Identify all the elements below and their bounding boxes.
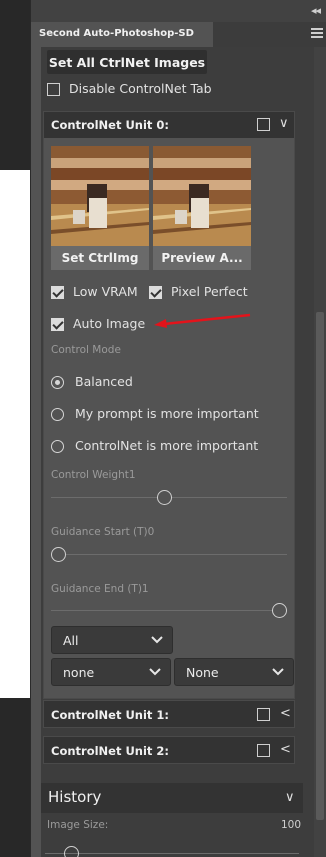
controlnet-unit-1[interactable]: ControlNet Unit 1: < — [43, 700, 295, 728]
unit-2-title: ControlNet Unit 2: — [51, 744, 170, 758]
preprocessor-dropdown[interactable]: none — [51, 658, 171, 686]
chevron-down-icon[interactable]: ∨ — [285, 790, 295, 805]
set-ctrl-img-button[interactable]: Set CtrlImg — [51, 246, 149, 270]
pixel-perfect-checkbox[interactable] — [149, 286, 162, 299]
plugin-panel: ◂◂ Second Auto-Photoshop-SD Set All Ctrl… — [30, 0, 326, 857]
history-title: History — [48, 788, 102, 806]
mode-controlnet-label: ControlNet is more important — [75, 438, 259, 453]
guidance-start-label: Guidance Start (T)0 — [51, 526, 155, 538]
unit-0-title: ControlNet Unit 0: — [51, 118, 170, 132]
image-size-track[interactable] — [45, 853, 299, 854]
scrollbar-thumb[interactable] — [316, 312, 324, 820]
document-canvas[interactable] — [0, 170, 30, 698]
unit-0-header[interactable]: ControlNet Unit 0: ∨ — [44, 112, 294, 138]
mode-balanced-label: Balanced — [75, 374, 133, 389]
image-size-thumb[interactable] — [64, 846, 79, 857]
panel-tab-title: Second Auto-Photoshop-SD — [39, 28, 194, 39]
dock-strip: ◂◂ — [31, 0, 326, 22]
chevron-down-icon — [149, 668, 161, 676]
chevron-left-icon[interactable]: < — [280, 742, 291, 757]
canvas-background — [0, 0, 30, 857]
set-all-ctrlnet-images-button[interactable]: Set All CtrlNet Images — [47, 50, 207, 74]
guidance-end-track[interactable] — [51, 610, 287, 611]
preview-annotator-thumb: Preview A... — [153, 146, 251, 270]
red-arrow-annotation — [154, 313, 251, 328]
controlnet-unit-0: ControlNet Unit 0: ∨ Set CtrlImg Preview… — [43, 111, 295, 699]
collapse-panel-icon[interactable]: ◂◂ — [311, 4, 321, 17]
chevron-down-icon[interactable]: ∨ — [279, 116, 289, 131]
image-size-label: Image Size: — [47, 819, 109, 831]
auto-image-label: Auto Image — [73, 316, 146, 331]
unit-0-enable-checkbox[interactable] — [257, 118, 270, 131]
mode-prompt-label: My prompt is more important — [75, 406, 259, 421]
mode-controlnet-radio[interactable] — [51, 440, 64, 453]
unit-1-title: ControlNet Unit 1: — [51, 708, 170, 722]
ctrl-image-preview — [51, 146, 149, 246]
control-mode-label: Control Mode — [51, 344, 121, 356]
controlnet-unit-2[interactable]: ControlNet Unit 2: < — [43, 736, 295, 764]
image-size-value: 100 — [281, 819, 302, 831]
panel-content: Set All CtrlNet Images Disable ControlNe… — [41, 47, 315, 857]
low-vram-label: Low VRAM — [73, 284, 138, 299]
preprocessor-value: none — [63, 665, 95, 680]
chevron-down-icon — [272, 668, 284, 676]
mode-prompt-radio[interactable] — [51, 408, 64, 421]
annotator-preview — [153, 146, 251, 246]
chevron-left-icon[interactable]: < — [280, 706, 291, 721]
pixel-perfect-label: Pixel Perfect — [171, 284, 248, 299]
control-type-dropdown[interactable]: All — [51, 626, 173, 654]
tab-strip — [213, 22, 326, 47]
guidance-end-thumb[interactable] — [272, 603, 287, 618]
ctrl-image-thumb: Set CtrlImg — [51, 146, 149, 270]
unit-1-enable-checkbox[interactable] — [257, 708, 270, 721]
panel-menu-icon[interactable] — [311, 28, 323, 40]
control-type-value: All — [63, 633, 79, 648]
mode-balanced-radio[interactable] — [51, 376, 64, 389]
guidance-end-label: Guidance End (T)1 — [51, 583, 149, 595]
preview-annotator-button[interactable]: Preview A... — [153, 246, 251, 270]
chevron-down-icon — [151, 636, 163, 644]
disable-controlnet-tab-label: Disable ControlNet Tab — [69, 81, 212, 96]
guidance-start-track[interactable] — [51, 554, 287, 555]
unit-2-enable-checkbox[interactable] — [257, 744, 270, 757]
history-header[interactable]: History ∨ — [41, 783, 303, 813]
model-value: None — [186, 665, 219, 680]
low-vram-checkbox[interactable] — [51, 286, 64, 299]
model-dropdown[interactable]: None — [174, 658, 294, 686]
guidance-start-thumb[interactable] — [51, 547, 66, 562]
panel-scrollbar[interactable] — [314, 47, 326, 857]
panel-tab[interactable]: Second Auto-Photoshop-SD — [31, 22, 213, 47]
disable-controlnet-tab-checkbox[interactable] — [47, 83, 60, 96]
auto-image-checkbox[interactable] — [51, 318, 64, 331]
control-weight-thumb[interactable] — [157, 490, 172, 505]
control-weight-label: Control Weight1 — [51, 469, 136, 481]
